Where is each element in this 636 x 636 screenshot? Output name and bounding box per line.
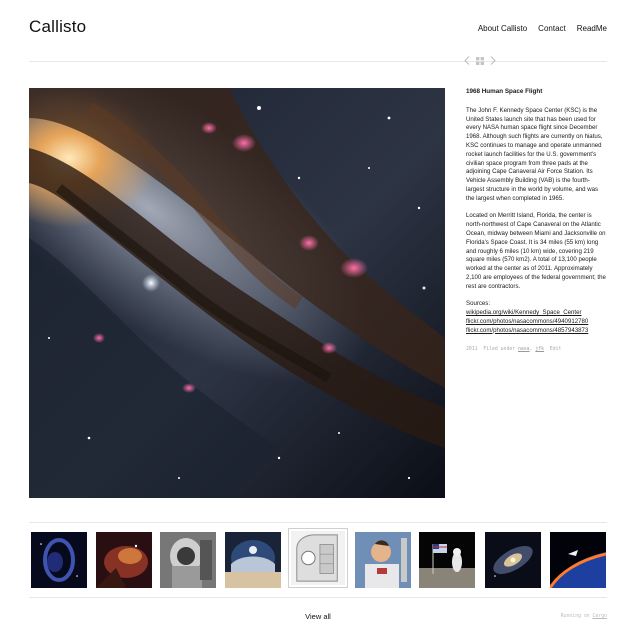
- nav-link-about[interactable]: About Callisto: [478, 24, 527, 33]
- source-link-flickr-2[interactable]: flickr.com/photos/nasacommons/4857943873: [466, 327, 608, 336]
- thumbnail-astronaut-portrait[interactable]: [355, 532, 411, 588]
- thumbnail-nebula-blue[interactable]: [31, 532, 87, 588]
- thumbnails-bottom-divider: [29, 597, 607, 598]
- meta-filed-under: Filed under: [483, 346, 516, 352]
- header-divider: [29, 61, 607, 62]
- nav-link-readme[interactable]: ReadMe: [577, 24, 607, 33]
- hero-image-galaxy: [29, 88, 445, 498]
- grid-icon[interactable]: [476, 56, 484, 65]
- site-title[interactable]: Callisto: [29, 17, 86, 37]
- project-paragraph-2: Located on Merritt Island, Florida, the …: [466, 212, 606, 290]
- thumbnail-spiral-galaxy[interactable]: [485, 532, 541, 588]
- footer-credit: Running on Cargo: [561, 614, 607, 619]
- top-nav: About Callisto Contact ReadMe: [478, 24, 607, 33]
- thumbnail-moon-flag[interactable]: [419, 532, 475, 588]
- edit-link[interactable]: Edit: [550, 347, 562, 352]
- thumbnails-top-divider: [29, 522, 607, 523]
- nav-link-contact[interactable]: Contact: [538, 24, 566, 33]
- source-link-flickr-1[interactable]: flickr.com/photos/nasacommons/4940912780: [466, 318, 608, 327]
- chevron-right-icon[interactable]: [490, 56, 496, 65]
- thumbnail-strip: [29, 528, 609, 590]
- project-navigation: [464, 56, 496, 65]
- project-paragraph-1: The John F. Kennedy Space Center (KSC) i…: [466, 106, 603, 202]
- view-all-link[interactable]: View all: [0, 612, 636, 621]
- project-title: 1968 Human Space Flight: [466, 88, 543, 95]
- project-info: 1968 Human Space Flight The John F. Kenn…: [466, 88, 608, 354]
- thumbnail-orange-nebula[interactable]: [96, 532, 152, 588]
- project-meta: 2011 Filed under nasa, jfk Edit: [466, 346, 562, 352]
- chevron-left-icon[interactable]: [464, 56, 470, 65]
- sources-label: Sources:: [466, 300, 491, 308]
- thumbnail-helmet-reflection[interactable]: [225, 532, 281, 588]
- thumbnail-astronaut-bw[interactable]: [160, 532, 216, 588]
- thumbnail-capsule-sketch[interactable]: [288, 528, 348, 588]
- running-on-text: Running on: [560, 614, 590, 619]
- tag-link-jfk[interactable]: jfk: [535, 347, 544, 352]
- thumbnail-shuttle-horizon[interactable]: [550, 532, 606, 588]
- meta-year: 2011: [466, 346, 478, 352]
- cargo-link[interactable]: Cargo: [593, 614, 607, 619]
- tag-link-nasa[interactable]: nasa: [518, 347, 530, 352]
- source-link-wikipedia[interactable]: wikipedia.org/wiki/Kennedy_Space_Center: [466, 309, 608, 318]
